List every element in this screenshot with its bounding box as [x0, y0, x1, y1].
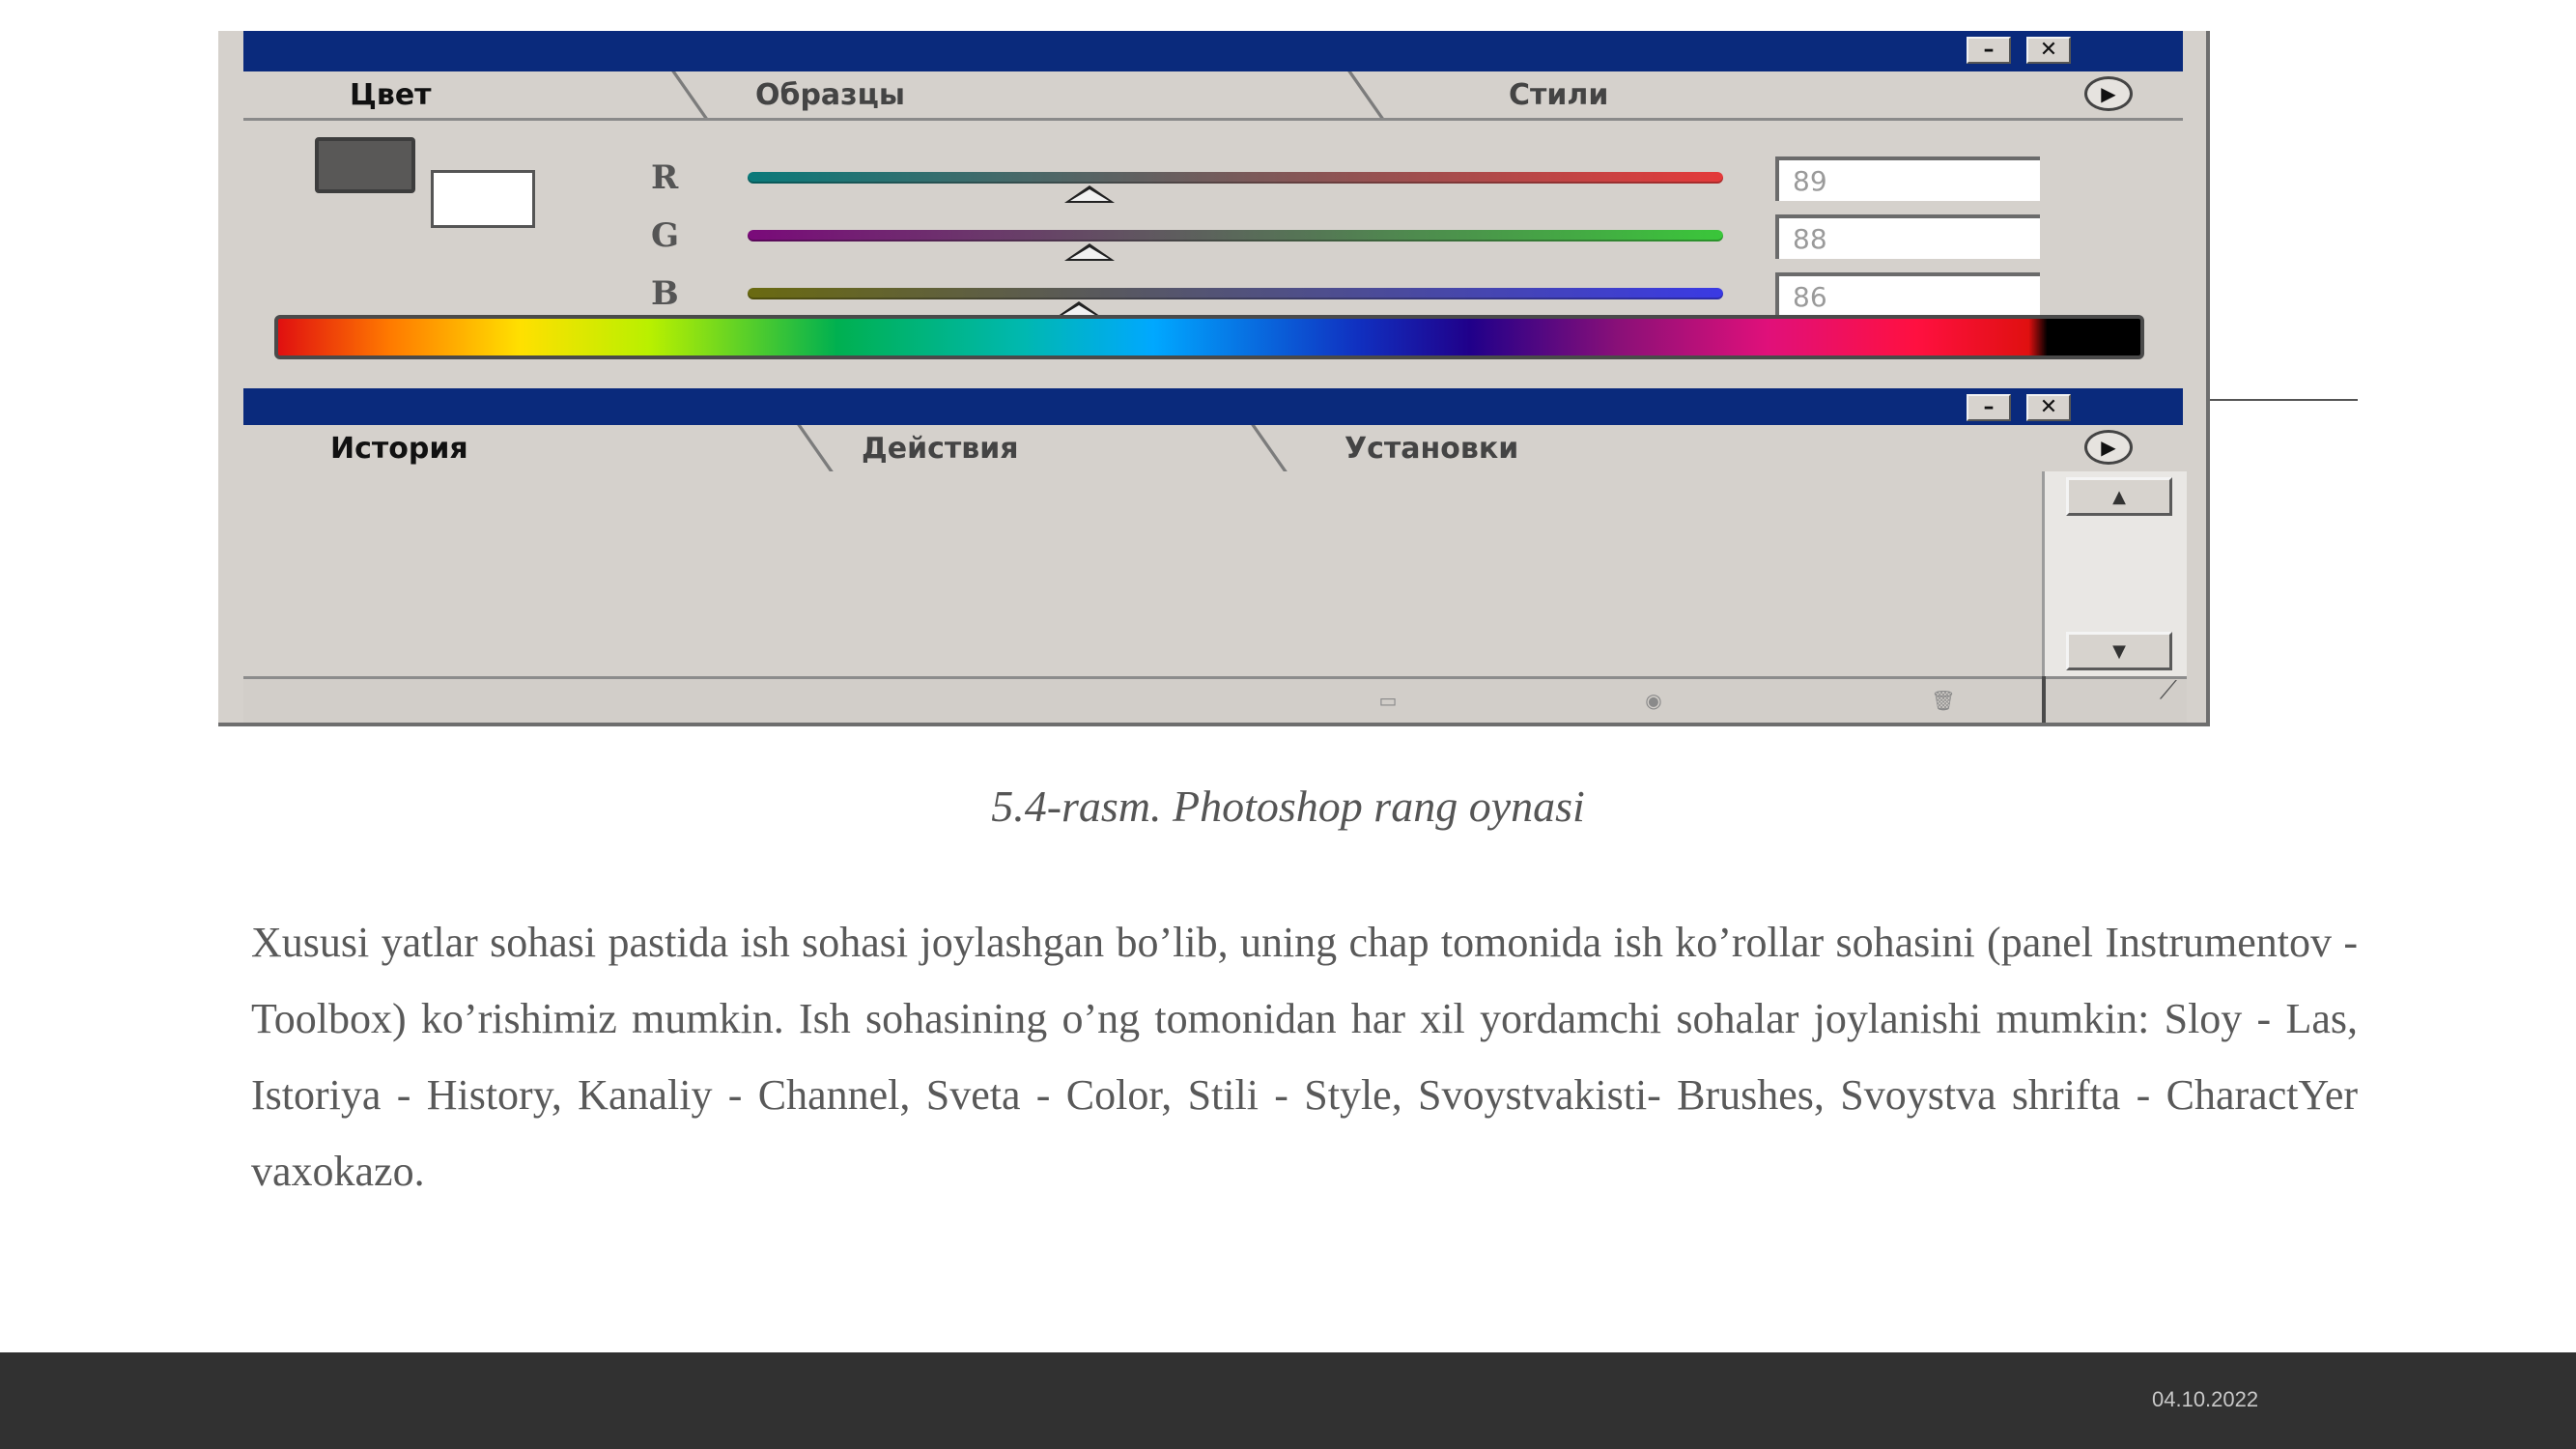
- foreground-color-swatch[interactable]: [315, 137, 415, 193]
- tab-color[interactable]: Цвет: [350, 75, 432, 114]
- background-color-swatch[interactable]: [431, 170, 535, 228]
- panel-menu-arrow-icon[interactable]: ▶: [2084, 430, 2133, 465]
- body-paragraph: Xususi yatlar sohasi pastida ish sohasi …: [251, 919, 2358, 1195]
- channel-b-value-field[interactable]: 86: [1775, 272, 2040, 317]
- tab-divider: [1251, 425, 1288, 471]
- photoshop-color-window-figure: – ✕ Цвет Образцы Стили ▶ R 89 G 88 B 86 …: [218, 31, 2210, 726]
- history-scrollbar[interactable]: ▲ ▼: [2042, 471, 2187, 676]
- minimize-button[interactable]: –: [1967, 394, 2011, 421]
- figure-caption: 5.4-rasm. Photoshop rang oynasi: [991, 781, 1585, 831]
- tab-divider: [671, 71, 708, 118]
- panel-menu-arrow-icon[interactable]: ▶: [2084, 76, 2133, 111]
- channel-b-label: B: [651, 274, 679, 313]
- channel-g-label: G: [651, 216, 680, 255]
- history-list-area[interactable]: [243, 471, 2042, 674]
- tab-swatches[interactable]: Образцы: [755, 75, 905, 114]
- color-panel-tabs: Цвет Образцы Стили ▶: [243, 71, 2183, 121]
- scroll-up-icon[interactable]: ▲: [2066, 477, 2172, 516]
- channel-b-slider[interactable]: [748, 288, 1723, 299]
- tab-history[interactable]: История: [330, 429, 468, 468]
- color-spectrum-ramp[interactable]: [274, 315, 2144, 359]
- channel-g-value-field[interactable]: 88: [1775, 214, 2040, 259]
- new-document-icon[interactable]: ▭: [1335, 689, 1441, 712]
- channel-r-thumb[interactable]: [1063, 185, 1115, 203]
- connector-line: [2210, 399, 2358, 401]
- close-button[interactable]: ✕: [2026, 37, 2071, 64]
- tab-divider: [1347, 71, 1384, 118]
- close-button[interactable]: ✕: [2026, 394, 2071, 421]
- channel-r-label: R: [651, 158, 679, 197]
- minimize-button[interactable]: –: [1967, 37, 2011, 64]
- history-bottom-bar: ▭ ◉ 🗑 ⟋: [243, 676, 2187, 723]
- footer-date: 04.10.2022: [2152, 1387, 2259, 1411]
- tab-styles[interactable]: Стили: [1509, 75, 1608, 114]
- channel-r-value-field[interactable]: 89: [1775, 156, 2040, 201]
- history-panel-tabs: История Действия Установки ▶: [243, 425, 2183, 474]
- resize-grip-icon[interactable]: ⟋: [2042, 676, 2187, 723]
- tab-actions[interactable]: Действия: [862, 429, 1019, 468]
- history-panel-titlebar: – ✕: [243, 388, 2183, 429]
- snapshot-icon[interactable]: ◉: [1586, 689, 1721, 712]
- color-panel-titlebar: – ✕: [243, 31, 2183, 71]
- trash-icon[interactable]: 🗑: [1905, 689, 1982, 712]
- channel-r-slider[interactable]: [748, 172, 1723, 184]
- tab-divider: [797, 425, 834, 471]
- scroll-down-icon[interactable]: ▼: [2066, 632, 2172, 670]
- tab-presets[interactable]: Установки: [1345, 429, 1518, 468]
- channel-g-thumb[interactable]: [1063, 243, 1115, 261]
- channel-g-slider[interactable]: [748, 230, 1723, 242]
- slide-footer: 04.10.2022: [0, 1352, 2576, 1449]
